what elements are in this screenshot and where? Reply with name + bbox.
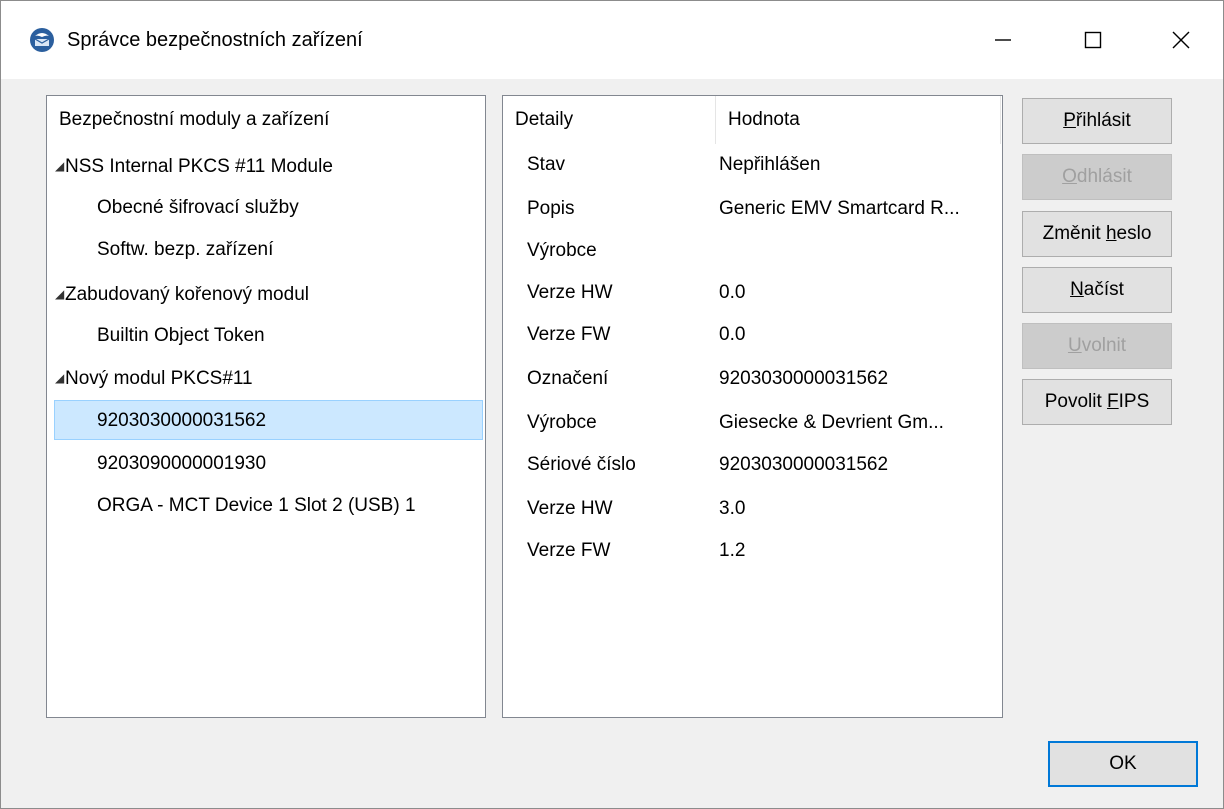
detail-key: Výrobce bbox=[527, 240, 597, 261]
tree-item-device-selected[interactable]: 9203030000031562 bbox=[54, 400, 483, 440]
tree-item-label: 9203090000001930 bbox=[97, 453, 267, 474]
close-icon bbox=[1172, 31, 1190, 49]
detail-value: 1.2 bbox=[719, 540, 746, 561]
change-password-label-post: eslo bbox=[1116, 223, 1152, 244]
logout-button[interactable]: Odhlásit bbox=[1022, 154, 1172, 200]
details-header: Detaily Hodnota bbox=[503, 96, 1002, 144]
login-label-post: řihlásit bbox=[1075, 110, 1131, 131]
tree-header[interactable]: Bezpečnostní moduly a zařízení bbox=[47, 96, 485, 144]
detail-key: Označení bbox=[527, 368, 609, 389]
expanded-triangle-icon[interactable]: ◢ bbox=[55, 358, 65, 398]
tree-item-device[interactable]: Obecné šifrovací služby bbox=[97, 188, 299, 228]
tree-item-label: Obecné šifrovací služby bbox=[97, 197, 299, 218]
table-row[interactable]: Sériové číslo 9203030000031562 bbox=[503, 444, 1002, 486]
detail-value: 9203030000031562 bbox=[719, 368, 889, 389]
logout-label-accel: O bbox=[1062, 166, 1077, 187]
minimize-button[interactable] bbox=[958, 1, 1048, 79]
detail-key: Verze FW bbox=[527, 540, 611, 561]
change-password-button[interactable]: Změnit heslo bbox=[1022, 211, 1172, 257]
table-row[interactable]: Popis Generic EMV Smartcard R... bbox=[503, 188, 1002, 230]
expanded-triangle-icon[interactable]: ◢ bbox=[55, 146, 65, 186]
table-row[interactable]: Verze HW 3.0 bbox=[503, 488, 1002, 530]
table-row[interactable]: Verze FW 0.0 bbox=[503, 314, 1002, 356]
detail-key: Verze FW bbox=[527, 324, 611, 345]
detail-key: Verze HW bbox=[527, 498, 613, 519]
enable-fips-label-pre: Povolit bbox=[1044, 391, 1108, 412]
table-row[interactable]: Výrobce Giesecke & Devrient Gm... bbox=[503, 402, 1002, 444]
detail-key: Výrobce bbox=[527, 412, 597, 433]
maximize-icon bbox=[1084, 31, 1102, 49]
tree-item-module[interactable]: ◢Nový modul PKCS#11 bbox=[55, 358, 253, 398]
detail-value: Generic EMV Smartcard R... bbox=[719, 198, 960, 219]
detail-value: 0.0 bbox=[719, 324, 746, 345]
tree-item-label: 9203030000031562 bbox=[97, 410, 267, 431]
change-password-label-accel: h bbox=[1105, 223, 1117, 244]
detail-value: 0.0 bbox=[719, 282, 746, 303]
table-row[interactable]: Označení 9203030000031562 bbox=[503, 358, 1002, 400]
tree-item-device[interactable]: Softw. bezp. zařízení bbox=[97, 230, 273, 270]
window-title: Správce bezpečnostních zařízení bbox=[67, 29, 363, 51]
expanded-triangle-icon[interactable]: ◢ bbox=[55, 274, 65, 314]
tree-item-label: Builtin Object Token bbox=[97, 325, 265, 346]
tree-item-label: ORGA - MCT Device 1 Slot 2 (USB) 1 bbox=[97, 495, 416, 516]
tree-item-label: Zabudovaný kořenový modul bbox=[65, 284, 309, 305]
detail-value: Giesecke & Devrient Gm... bbox=[719, 412, 944, 433]
unload-label-accel: U bbox=[1067, 335, 1082, 356]
change-password-label-pre: Změnit bbox=[1042, 223, 1106, 244]
details-table[interactable]: Detaily Hodnota Stav Nepřihlášen Popis G… bbox=[502, 95, 1003, 718]
table-row[interactable]: Verze HW 0.0 bbox=[503, 272, 1002, 314]
table-row[interactable]: Stav Nepřihlášen bbox=[503, 144, 1002, 186]
detail-value: Nepřihlášen bbox=[719, 154, 821, 175]
ok-button[interactable]: OK bbox=[1048, 741, 1198, 787]
detail-value: 9203030000031562 bbox=[719, 454, 889, 475]
column-header-value[interactable]: Hodnota bbox=[716, 96, 800, 144]
tree-item-device[interactable]: Builtin Object Token bbox=[97, 316, 265, 356]
tree-item-module[interactable]: ◢NSS Internal PKCS #11 Module bbox=[55, 146, 333, 186]
detail-key: Verze HW bbox=[527, 282, 613, 303]
tree-item-label: Nový modul PKCS#11 bbox=[65, 368, 253, 389]
load-button[interactable]: Načíst bbox=[1022, 267, 1172, 313]
load-label-post: ačíst bbox=[1083, 279, 1124, 300]
enable-fips-label-accel: F bbox=[1107, 391, 1119, 412]
thunderbird-icon bbox=[30, 28, 54, 52]
tree-item-device[interactable]: 9203090000001930 bbox=[97, 444, 266, 484]
column-divider[interactable] bbox=[1000, 96, 1001, 144]
enable-fips-button[interactable]: Povolit FIPS bbox=[1022, 379, 1172, 425]
device-manager-dialog: Správce bezpečnostních zařízení Bezpečno… bbox=[0, 0, 1224, 809]
tree-item-label: NSS Internal PKCS #11 Module bbox=[65, 156, 333, 177]
tree-item-device[interactable]: ORGA - MCT Device 1 Slot 2 (USB) 1 bbox=[97, 486, 416, 526]
load-label-accel: N bbox=[1070, 279, 1084, 300]
enable-fips-label-post: IPS bbox=[1118, 391, 1150, 412]
title-bar[interactable]: Správce bezpečnostních zařízení bbox=[1, 1, 1223, 79]
detail-value: 3.0 bbox=[719, 498, 746, 519]
table-row[interactable]: Verze FW 1.2 bbox=[503, 530, 1002, 572]
unload-label-post: volnit bbox=[1081, 335, 1127, 356]
login-button[interactable]: Přihlásit bbox=[1022, 98, 1172, 144]
table-row[interactable]: Výrobce bbox=[503, 230, 1002, 272]
close-button[interactable] bbox=[1136, 1, 1224, 79]
detail-key: Popis bbox=[527, 198, 575, 219]
detail-key: Sériové číslo bbox=[527, 454, 636, 475]
modules-tree[interactable]: Bezpečnostní moduly a zařízení ◢NSS Inte… bbox=[46, 95, 486, 718]
column-header-details[interactable]: Detaily bbox=[503, 96, 573, 144]
tree-item-module[interactable]: ◢Zabudovaný kořenový modul bbox=[55, 274, 309, 314]
unload-button[interactable]: Uvolnit bbox=[1022, 323, 1172, 369]
minimize-icon bbox=[995, 39, 1011, 41]
detail-key: Stav bbox=[527, 154, 566, 175]
logout-label-post: dhlásit bbox=[1076, 166, 1132, 187]
maximize-button[interactable] bbox=[1048, 1, 1138, 79]
login-label-accel: P bbox=[1063, 110, 1076, 131]
tree-item-label: Softw. bezp. zařízení bbox=[97, 239, 274, 260]
tree-column-header[interactable]: Bezpečnostní moduly a zařízení bbox=[47, 96, 329, 144]
